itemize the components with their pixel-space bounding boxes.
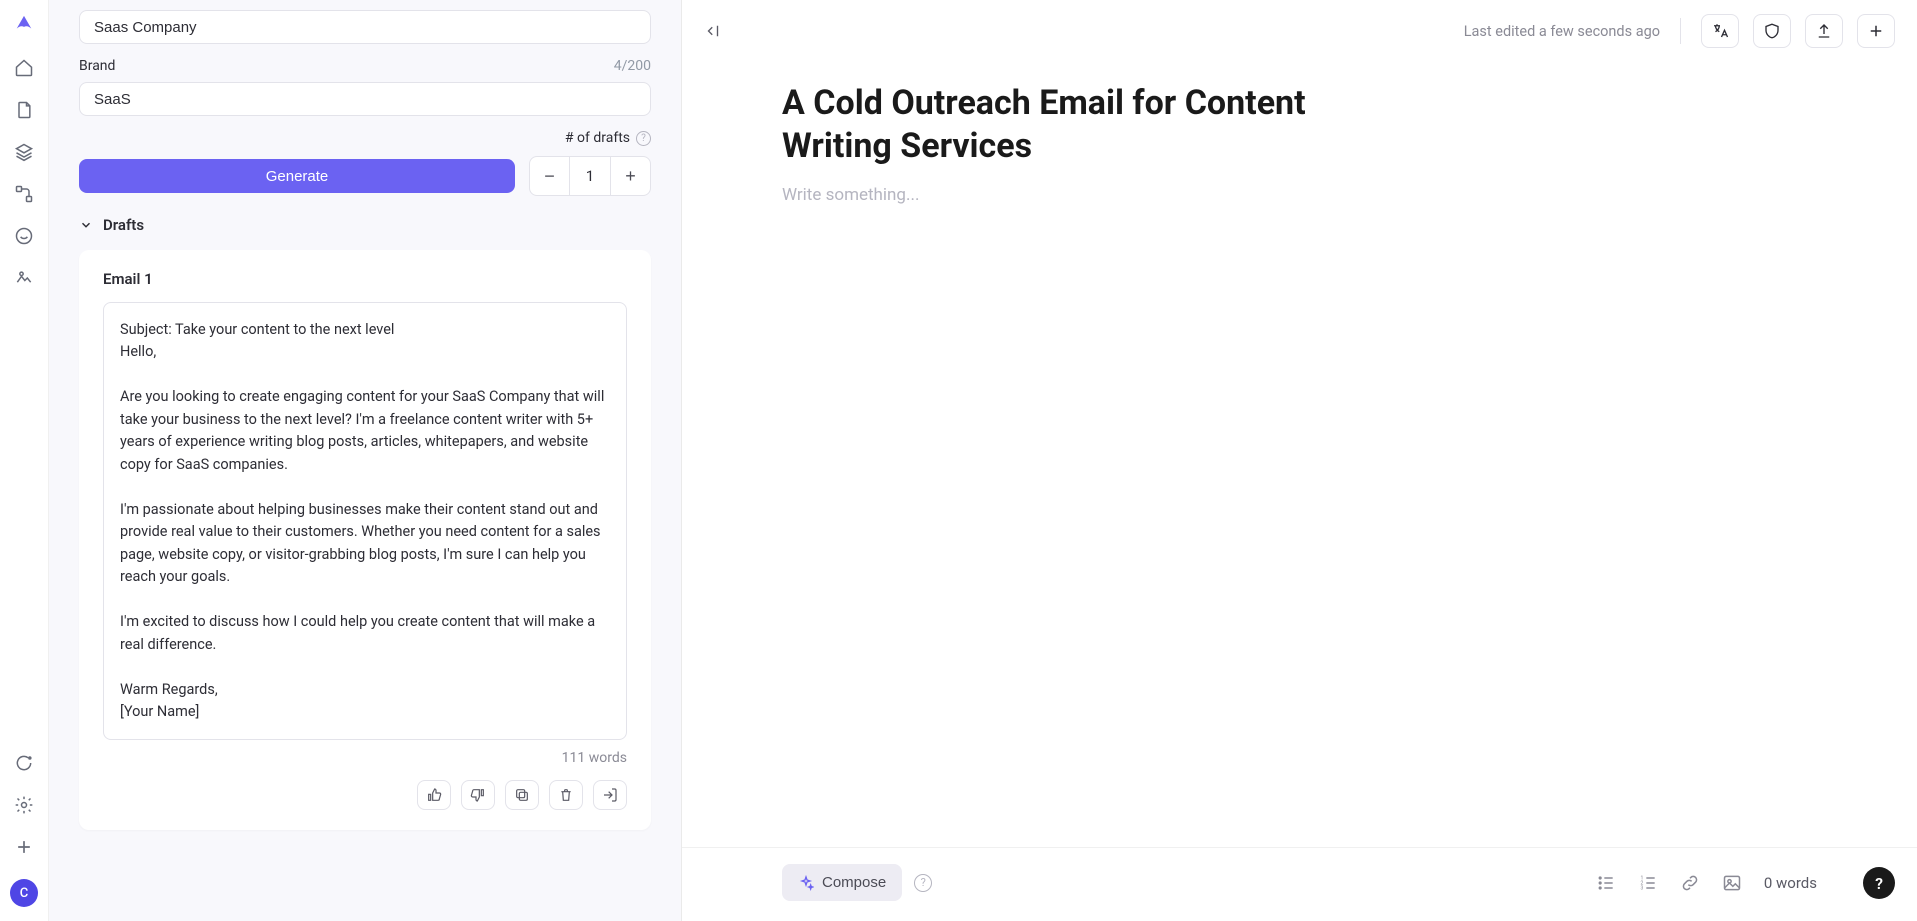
company-input[interactable] [79, 10, 651, 44]
compose-button[interactable]: Compose [782, 864, 902, 901]
copy-button[interactable] [505, 780, 539, 810]
thumbs-down-button[interactable] [461, 780, 495, 810]
image-button[interactable] [1722, 873, 1742, 893]
add-button[interactable] [1857, 14, 1895, 48]
editor-panel: Last edited a few seconds ago A Cold Out… [682, 0, 1917, 921]
numbered-list-button[interactable]: 123 [1638, 873, 1658, 893]
generate-button[interactable]: Generate [79, 159, 515, 193]
user-avatar[interactable]: C [10, 879, 38, 907]
drafts-header-label: Drafts [103, 216, 144, 234]
drafts-stepper: − 1 + [529, 156, 651, 196]
stepper-decrement[interactable]: − [530, 157, 570, 195]
draft-title: Email 1 [103, 270, 627, 288]
draft-word-count: 111 words [103, 750, 627, 766]
layers-icon[interactable] [14, 142, 34, 162]
refresh-icon[interactable] [14, 753, 34, 773]
thumbs-up-button[interactable] [417, 780, 451, 810]
settings-icon[interactable] [14, 795, 34, 815]
help-icon[interactable]: ? [636, 131, 651, 146]
bullet-list-button[interactable] [1596, 873, 1616, 893]
document-placeholder[interactable]: Write something... [782, 185, 1817, 205]
editor-footer: Compose ? 123 0 words [682, 847, 1917, 921]
stepper-value: 1 [570, 167, 610, 185]
home-icon[interactable] [14, 58, 34, 78]
sidebar: C [0, 0, 49, 921]
delete-button[interactable] [549, 780, 583, 810]
drafts-toggle[interactable]: Drafts [79, 216, 651, 234]
svg-text:3: 3 [1640, 885, 1643, 891]
image-icon[interactable] [14, 268, 34, 288]
collapse-panel-button[interactable] [704, 22, 722, 40]
document-icon[interactable] [14, 100, 34, 120]
compose-label: Compose [822, 874, 886, 891]
brand-label: Brand [79, 58, 115, 74]
link-button[interactable] [1680, 873, 1700, 893]
drafts-count-label: # of drafts [565, 130, 630, 146]
stepper-increment[interactable]: + [610, 157, 650, 195]
translate-button[interactable] [1701, 14, 1739, 48]
compose-help-icon[interactable]: ? [914, 874, 932, 892]
word-count-footer: 0 words [1764, 874, 1817, 892]
left-panel: Brand 4/200 # of drafts ? Generate − 1 +… [49, 0, 682, 921]
chat-icon[interactable] [14, 226, 34, 246]
draft-card: Email 1 Subject: Take your content to th… [79, 250, 651, 830]
app-logo[interactable] [13, 14, 35, 36]
plus-icon[interactable] [14, 837, 34, 857]
draft-body[interactable]: Subject: Take your content to the next l… [103, 302, 627, 740]
editor-header: Last edited a few seconds ago [682, 0, 1917, 62]
export-button[interactable] [1805, 14, 1843, 48]
chevron-down-icon [79, 218, 93, 232]
shield-button[interactable] [1753, 14, 1791, 48]
help-fab[interactable]: ? [1863, 867, 1895, 899]
brand-counter: 4/200 [614, 58, 651, 74]
last-edited-label: Last edited a few seconds ago [1464, 23, 1660, 40]
workflow-icon[interactable] [14, 184, 34, 204]
insert-button[interactable] [593, 780, 627, 810]
brand-input[interactable] [79, 82, 651, 116]
editor-body[interactable]: A Cold Outreach Email for Content Writin… [682, 62, 1917, 847]
document-title[interactable]: A Cold Outreach Email for Content Writin… [782, 82, 1422, 167]
